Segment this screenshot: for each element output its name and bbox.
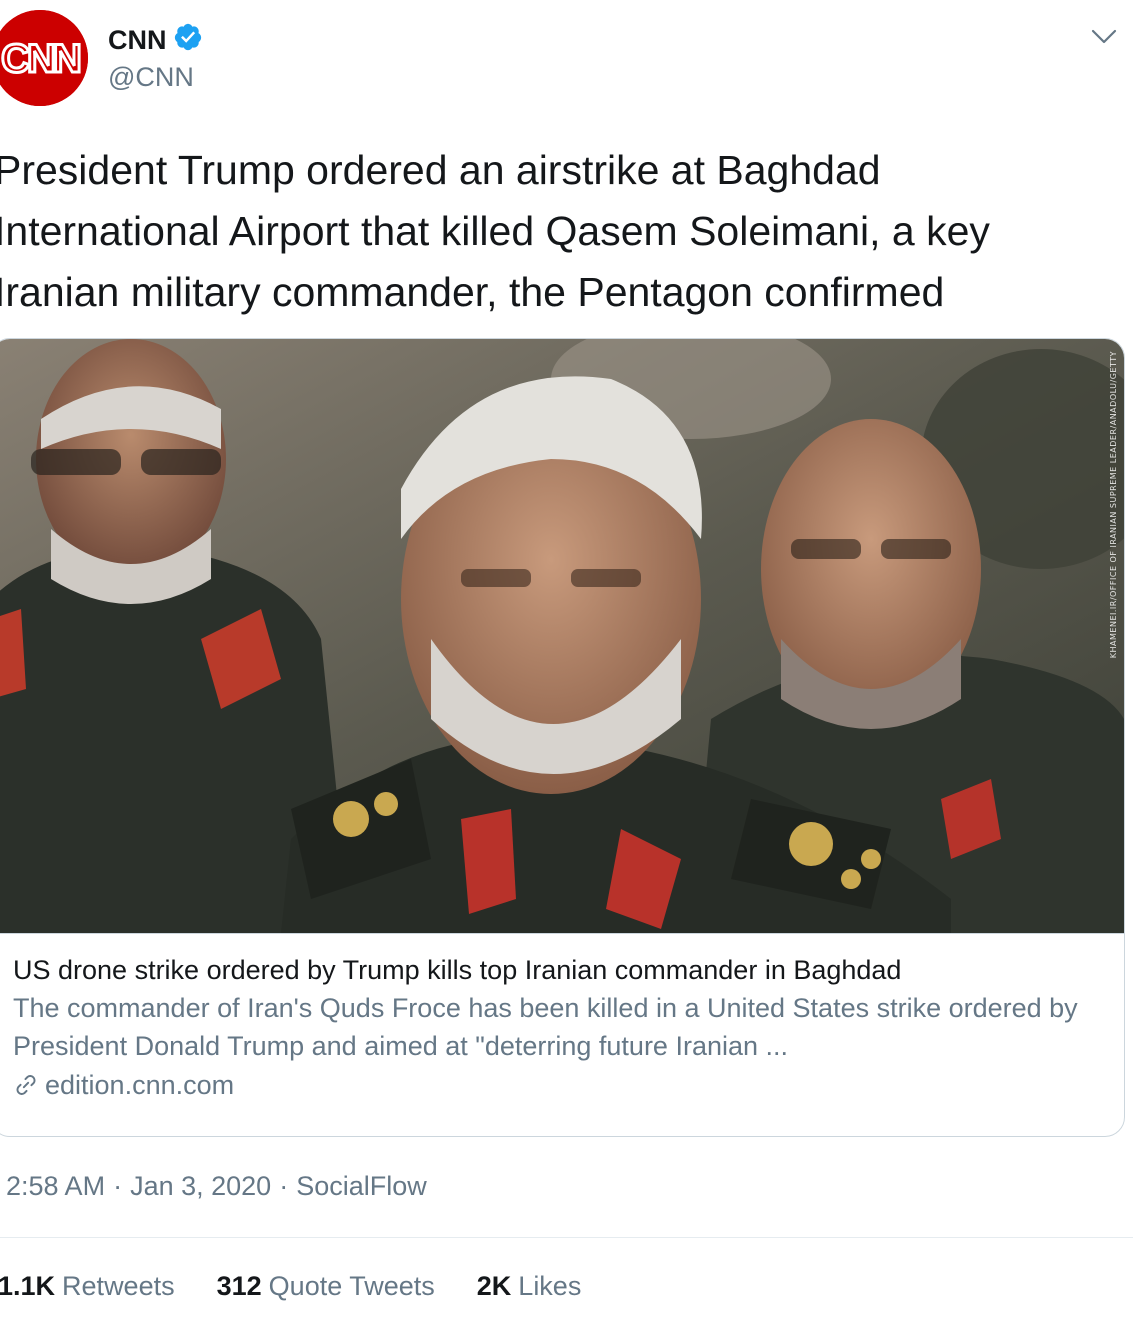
display-name[interactable]: CNN — [108, 23, 167, 57]
tweet-date[interactable]: Jan 3, 2020 — [130, 1171, 271, 1201]
divider — [0, 1237, 1133, 1238]
likes-label: Likes — [518, 1271, 582, 1301]
quote-tweets-stat[interactable]: 312 Quote Tweets — [217, 1266, 435, 1306]
cnn-logo: CNN — [0, 10, 88, 106]
image-credit: KHAMENEI.IR/OFFICE OF IRANIAN SUPREME LE… — [1109, 351, 1118, 659]
card-domain[interactable]: edition.cnn.com — [13, 1065, 1103, 1105]
tweet-meta: 2:58 AM · Jan 3, 2020 · SocialFlow — [6, 1166, 427, 1206]
link-card[interactable]: KHAMENEI.IR/OFFICE OF IRANIAN SUPREME LE… — [0, 338, 1125, 1137]
retweets-label: Retweets — [62, 1271, 175, 1301]
retweets-count: 1.1K — [0, 1271, 56, 1301]
avatar[interactable]: CNN — [0, 10, 88, 106]
tweet-menu-button[interactable] — [1089, 22, 1119, 52]
quote-tweets-count: 312 — [216, 1271, 262, 1301]
likes-stat[interactable]: 2K Likes — [477, 1266, 582, 1306]
card-body[interactable]: US drone strike ordered by Trump kills t… — [13, 951, 1103, 1105]
retweets-stat[interactable]: 1.1K Retweets — [0, 1266, 175, 1306]
meta-separator: · — [113, 1171, 123, 1201]
tweet-text: President Trump ordered an airstrike at … — [0, 147, 990, 315]
card-description: The commander of Iran's Quds Froce has b… — [13, 993, 1078, 1061]
tweet-source[interactable]: SocialFlow — [296, 1171, 427, 1201]
author-name-row[interactable]: CNN — [108, 22, 203, 57]
card-title[interactable]: US drone strike ordered by Trump kills t… — [13, 951, 1103, 989]
card-domain-text[interactable]: edition.cnn.com — [45, 1065, 234, 1105]
chevron-down-icon — [1091, 29, 1117, 44]
card-photo — [0, 339, 1124, 933]
card-image[interactable]: KHAMENEI.IR/OFFICE OF IRANIAN SUPREME LE… — [0, 339, 1124, 934]
link-icon — [16, 1075, 36, 1095]
svg-text:CNN: CNN — [1, 37, 80, 81]
likes-count: 2K — [476, 1271, 512, 1301]
tweet-stats: 1.1K Retweets 312 Quote Tweets 2K Likes — [0, 1266, 581, 1306]
verified-badge-icon — [173, 22, 203, 57]
handle[interactable]: @CNN — [108, 60, 194, 94]
quote-tweets-label: Quote Tweets — [268, 1271, 435, 1301]
meta-separator: · — [279, 1171, 289, 1201]
tweet-time[interactable]: 2:58 AM — [6, 1171, 105, 1201]
